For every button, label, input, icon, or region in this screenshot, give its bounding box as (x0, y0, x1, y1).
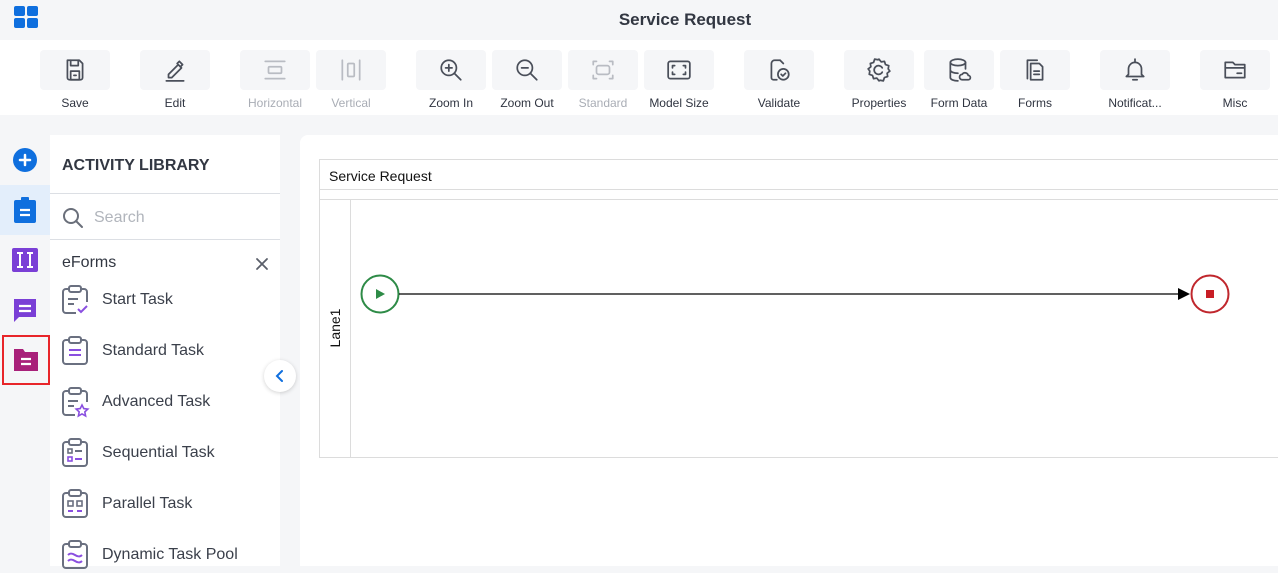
search-icon (63, 208, 83, 228)
notifications-button[interactable]: Notificat... (1100, 50, 1170, 115)
database-icon (949, 58, 972, 82)
library-item-parallel-task[interactable]: Parallel Task (60, 486, 275, 522)
zoom-in-icon (440, 59, 462, 81)
rail-item-add[interactable] (0, 135, 50, 185)
process-canvas[interactable]: Service Request Lane1 (300, 135, 1278, 566)
model-size-button[interactable]: Model Size (644, 50, 714, 115)
page-title: Service Request (618, 10, 752, 29)
pencil-icon (165, 60, 185, 82)
start-task-icon (62, 285, 88, 314)
pool-title[interactable]: Service Request (320, 160, 1278, 190)
gear-icon (867, 58, 891, 82)
vertical-layout-icon (341, 59, 361, 81)
activity-library-panel: ACTIVITY LIBRARY eForms Start Task Stand… (50, 135, 280, 569)
misc-button[interactable]: Misc (1200, 50, 1270, 115)
standard-size-icon (592, 60, 614, 80)
horizontal-button[interactable]: Horizontal (240, 50, 310, 115)
forms-button[interactable]: Forms (1000, 50, 1070, 115)
standard-task-icon (62, 336, 88, 365)
zoom-out-button[interactable]: Zoom Out (492, 50, 562, 115)
search-input[interactable] (94, 207, 264, 229)
chevron-left-icon (275, 370, 283, 382)
parallel-task-icon (62, 489, 88, 518)
bell-icon (1125, 58, 1145, 81)
properties-button[interactable]: Properties (844, 50, 914, 115)
save-button[interactable]: Save (40, 50, 110, 115)
toolbar: Save Edit Horizontal Vertical Zoom In Zo… (0, 40, 1278, 115)
rail-item-messages[interactable] (0, 285, 50, 335)
collapse-panel-button[interactable] (264, 360, 296, 392)
lane-header[interactable]: Lane1 (320, 200, 351, 457)
rail-item-eforms[interactable] (2, 335, 50, 385)
divider (50, 193, 280, 194)
sequential-task-icon (62, 438, 88, 467)
rail-item-tasks[interactable] (0, 185, 50, 235)
zoom-in-button[interactable]: Zoom In (416, 50, 486, 115)
horizontal-layout-icon (264, 60, 286, 80)
library-item-advanced-task[interactable]: Advanced Task (60, 384, 275, 420)
forms-icon (1026, 59, 1044, 81)
advanced-task-icon (62, 387, 90, 418)
library-item-dynamic-task-pool[interactable]: Dynamic Task Pool (60, 537, 275, 573)
vertical-button[interactable]: Vertical (316, 50, 386, 115)
dynamic-task-pool-icon (62, 540, 88, 569)
save-icon (66, 59, 84, 81)
edit-button[interactable]: Edit (140, 50, 210, 115)
pool-divider (320, 190, 1278, 200)
rail-item-variables[interactable] (0, 235, 50, 285)
zoom-out-icon (516, 59, 538, 81)
title-bar: Service Request (0, 0, 1278, 40)
divider (50, 239, 280, 240)
library-item-standard-task[interactable]: Standard Task (60, 333, 275, 369)
lane-label: Lane1 (327, 308, 343, 348)
folder-icon (1224, 61, 1246, 79)
text-cursor-icon (12, 248, 38, 272)
clipboard-icon (14, 197, 36, 223)
plus-circle-icon (13, 148, 37, 172)
pool[interactable]: Service Request Lane1 (319, 159, 1278, 458)
chat-icon (14, 299, 36, 322)
folder-doc-icon (14, 349, 38, 371)
validate-button[interactable]: Validate (744, 50, 814, 115)
close-icon[interactable] (254, 256, 270, 272)
standard-button[interactable]: Standard (568, 50, 638, 115)
library-item-sequential-task[interactable]: Sequential Task (60, 435, 275, 471)
category-title: eForms (62, 254, 117, 271)
library-item-start-task[interactable]: Start Task (60, 282, 275, 318)
library-title: ACTIVITY LIBRARY (62, 157, 210, 174)
fit-screen-icon (667, 60, 691, 80)
validate-icon (770, 59, 790, 81)
form-data-button[interactable]: Form Data (924, 50, 994, 115)
left-rail (0, 135, 50, 566)
